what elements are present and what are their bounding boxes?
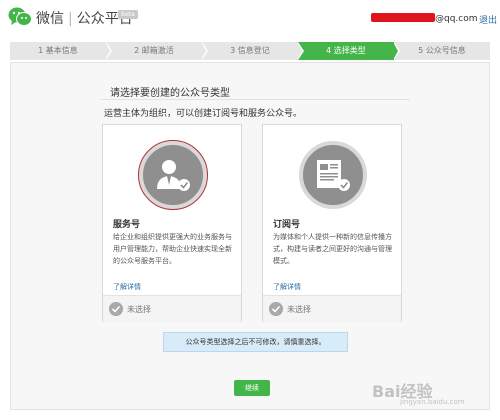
page-subtitle: 运营主体为组织，可以创建订阅号和服务公众号。 [104,109,303,119]
service-account-card[interactable]: 服务号 给企业和组织提供更强大的业务服务与用户管理能力，帮助企业快速实现全新的公… [102,124,242,322]
selection-status: 未选择 [287,305,311,314]
baidu-watermark-url: jingyan.baidu.com [400,398,465,406]
top-header: 微信 | 公众平台 Beta @qq.com 退出 [0,0,500,36]
step-label: 4 选择类型 [326,46,366,55]
step-info-registration: 3 信息登记 [202,42,304,60]
email-suffix: @qq.com [435,14,478,24]
card-name: 订阅号 [273,220,301,230]
continue-button[interactable]: 继续 [234,380,270,396]
step-email-activation: 2 邮箱激活 [106,42,208,60]
subscription-account-card[interactable]: 订阅号 为媒体和个人提供一种新的信息传播方式，构建与读者之间更好的沟通与管理模式… [262,124,402,322]
account-email[interactable]: @qq.com [371,13,478,24]
step-label: 2 邮箱激活 [134,46,174,55]
step-arrow-icon [297,42,302,60]
brand-name: 微信 [36,11,64,27]
brand-separator: | [68,11,73,27]
wechat-logo-icon [8,7,32,26]
check-circle-icon [109,302,123,316]
email-redaction [371,13,435,22]
step-account-info: 5 公众号信息 [394,42,490,60]
title-divider [100,99,410,100]
card-name: 服务号 [113,220,141,230]
card-select-footer[interactable]: 未选择 [263,295,401,322]
type-warning-notice: 公众号类型选择之后不可修改，请慎重选择。 [163,332,348,352]
step-label: 1 基本信息 [38,46,78,55]
registration-steps: 1 基本信息 2 邮箱激活 3 信息登记 4 选择类型 5 公众号信息 [10,42,490,60]
learn-more-link[interactable]: 了解详情 [273,282,301,292]
check-circle-icon [269,302,283,316]
step-label: 3 信息登记 [230,46,270,55]
step-arrow-icon [393,42,398,60]
beta-badge: Beta [118,10,138,19]
subscription-account-icon [299,141,367,209]
exit-link[interactable]: 退出 [479,13,497,26]
page-title: 请选择要创建的公众号类型 [110,88,230,99]
step-basic-info: 1 基本信息 [10,42,112,60]
card-select-footer[interactable]: 未选择 [103,295,241,322]
learn-more-link[interactable]: 了解详情 [113,282,141,292]
card-description: 给企业和组织提供更强大的业务服务与用户管理能力，帮助企业快速实现全新的公众号服务… [113,233,232,265]
selection-status: 未选择 [127,305,151,314]
step-arrow-icon [201,42,206,60]
step-select-type: 4 选择类型 [298,42,400,60]
service-account-icon [138,140,208,210]
step-arrow-icon [105,42,110,60]
step-label: 5 公众号信息 [418,46,466,55]
card-description: 为媒体和个人提供一种新的信息传播方式，构建与读者之间更好的沟通与管理模式。 [273,233,392,265]
